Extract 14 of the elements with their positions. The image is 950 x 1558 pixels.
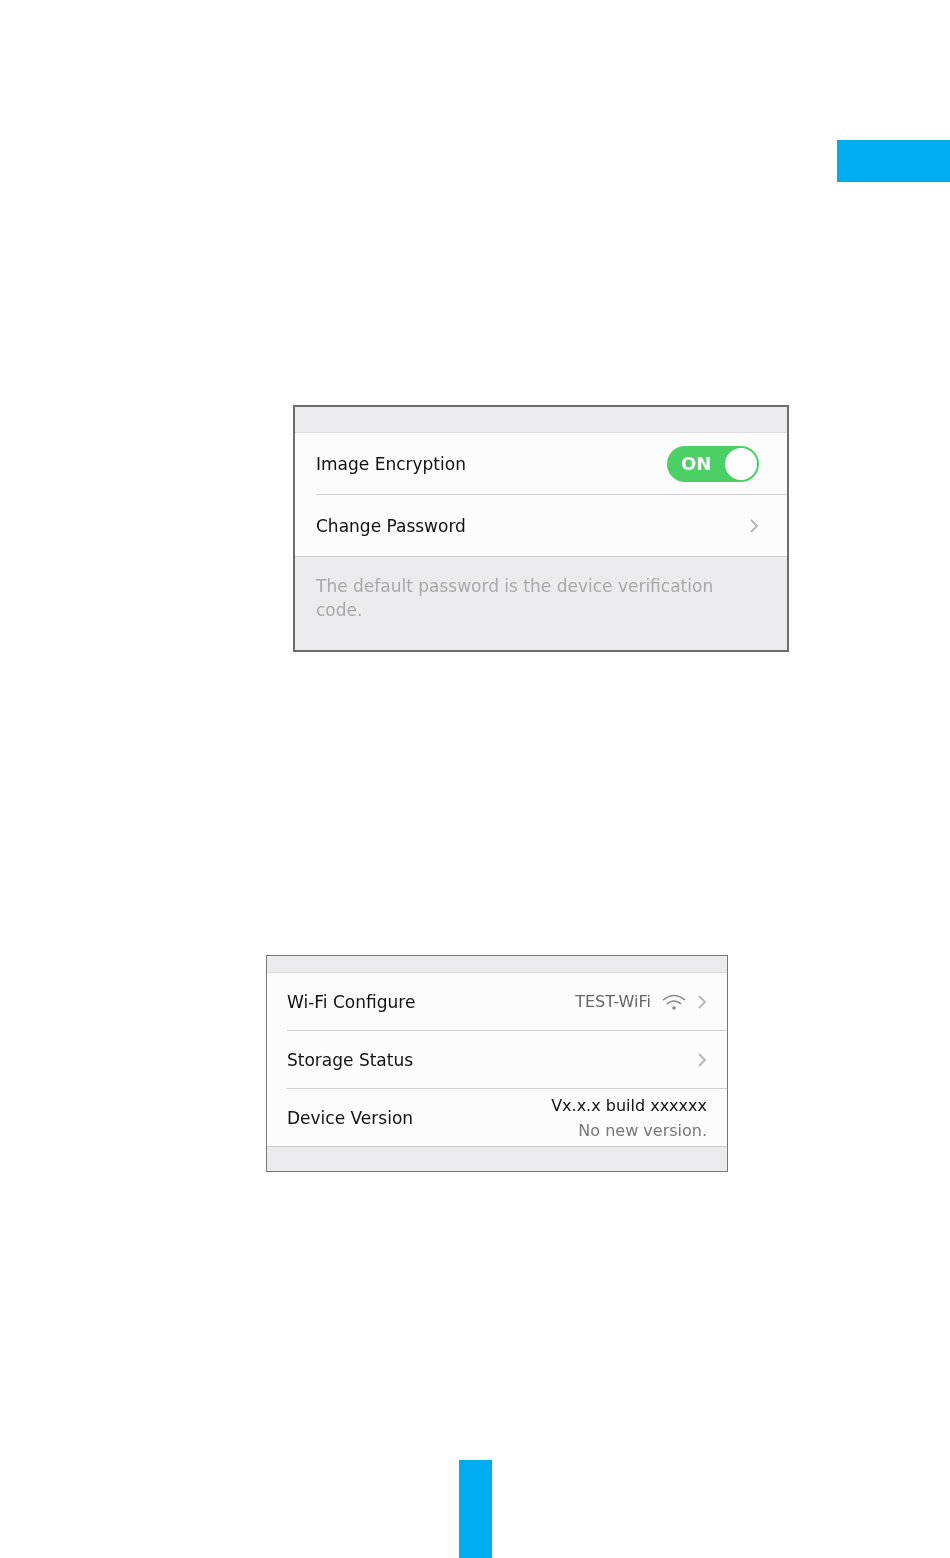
row-label: Change Password (316, 515, 466, 536)
wifi-icon (661, 992, 687, 1011)
row-label: Wi-Fi Configure (287, 991, 416, 1012)
chevron-right-icon[interactable] (697, 993, 707, 1010)
version-number: Vx.x.x build xxxxxx (551, 1095, 707, 1115)
row-label: Device Version (287, 1107, 414, 1128)
version-status: No new version. (578, 1120, 707, 1140)
footer-note: The default password is the device verification code. (295, 556, 787, 650)
row-label: Storage Status (287, 1049, 414, 1070)
toggle-switch[interactable]: ON (667, 445, 759, 482)
row-label: Image Encryption (316, 453, 466, 474)
wifi-name: TEST-WiFi (575, 992, 651, 1011)
chevron-right-icon[interactable] (749, 517, 759, 534)
chevron-right-icon[interactable] (697, 1051, 707, 1068)
